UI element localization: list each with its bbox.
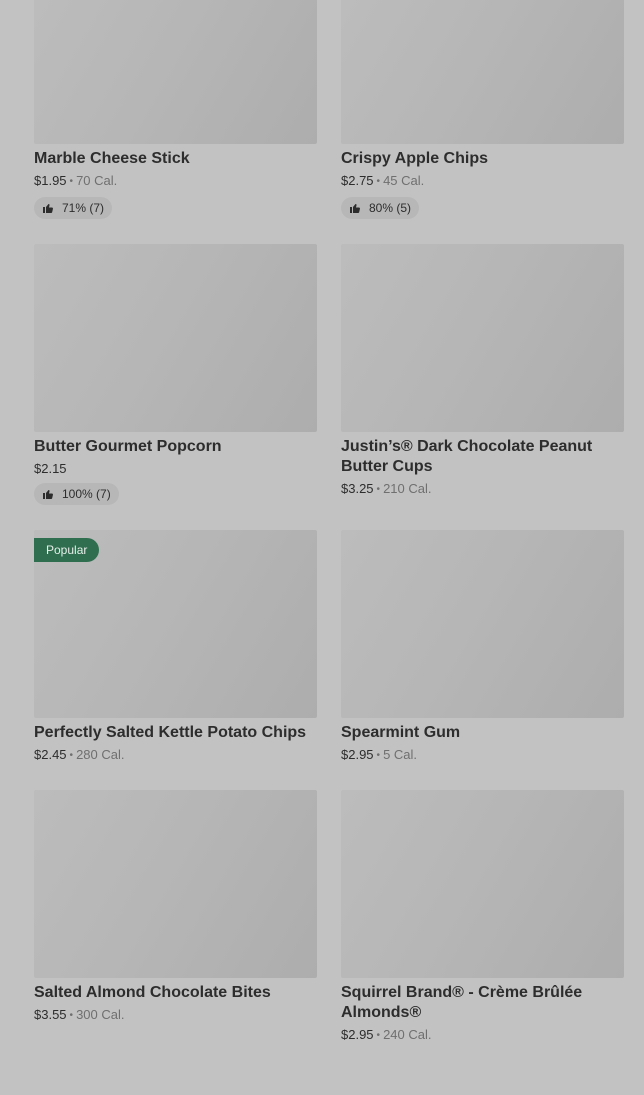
rating-pill: 100% (7) (34, 483, 119, 505)
item-calories: 240 Cal. (383, 1027, 432, 1042)
popular-badge: Popular (34, 538, 100, 562)
item-calories: 300 Cal. (76, 1007, 125, 1022)
item-price: $2.95 (341, 747, 374, 762)
item-name: Spearmint Gum (341, 724, 461, 741)
item-image[interactable] (34, 244, 317, 432)
rating-pill: 71% (7) (34, 197, 113, 219)
item-calories: 5 Cal. (383, 747, 418, 762)
menu-item-card[interactable]: Salted Almond Chocolate Bites $3.55 • 300 … (34, 790, 317, 1045)
item-meta: $3.25 • 210 Cal. (341, 480, 624, 499)
item-image[interactable]: Popular (34, 530, 317, 718)
thumbs-up-icon (350, 204, 360, 213)
meta-separator: • (69, 1010, 74, 1021)
item-name: Butter Gourmet Popcorn (34, 438, 222, 455)
rating-text: 71% (7) (62, 201, 105, 215)
item-meta: $2.75 • 45 Cal. (341, 172, 624, 191)
item-meta: $2.45 • 280 Cal. (34, 746, 317, 765)
item-calories: 45 Cal. (383, 173, 425, 188)
meta-separator: • (376, 484, 381, 495)
rating-text: 80% (5) (369, 201, 412, 215)
item-image[interactable] (341, 0, 624, 144)
item-price: $3.25 (341, 481, 374, 496)
item-price: $3.55 (34, 1007, 67, 1022)
item-name: Justin’s® Dark Chocolate Peanut Butter C… (341, 438, 593, 475)
item-calories: 70 Cal. (76, 173, 118, 188)
item-meta: $2.15 (34, 460, 317, 477)
menu-item-card[interactable]: Justin’s® Dark Chocolate Peanut Butter C… (341, 244, 624, 505)
meta-separator: • (376, 1030, 381, 1041)
item-image[interactable] (34, 790, 317, 978)
item-name: Crispy Apple Chips (341, 150, 488, 167)
item-meta: $1.95 • 70 Cal. (34, 172, 317, 191)
item-price: $2.45 (34, 747, 67, 762)
menu-item-card[interactable]: Spearmint Gum $2.95 • 5 Cal. (341, 530, 624, 765)
rating-text: 100% (7) (62, 487, 111, 501)
item-name: Perfectly Salted Kettle Potato Chips (34, 724, 307, 741)
item-meta: $2.95 • 5 Cal. (341, 746, 624, 765)
menu-item-card[interactable]: Squirrel Brand® - Crème Brûlée Almonds® … (341, 790, 624, 1045)
item-price: $2.15 (34, 461, 67, 476)
item-price: $2.75 (341, 173, 374, 188)
meta-separator: • (69, 176, 74, 187)
item-price: $2.95 (341, 1027, 374, 1042)
meta-separator: • (376, 750, 381, 761)
item-name: Marble Cheese Stick (34, 150, 190, 167)
item-image[interactable] (341, 530, 624, 718)
menu-item-card[interactable]: Butter Gourmet Popcorn $2.15 100% (7) (34, 244, 317, 505)
item-name: Squirrel Brand® - Crème Brûlée Almonds® (341, 984, 583, 1021)
item-image[interactable] (34, 0, 317, 144)
thumbs-up-icon (43, 490, 53, 499)
item-calories: 210 Cal. (383, 481, 432, 496)
item-calories: 280 Cal. (76, 747, 125, 762)
item-price: $1.95 (34, 173, 67, 188)
item-name: Salted Almond Chocolate Bites (34, 984, 271, 1001)
meta-separator: • (376, 176, 381, 187)
item-image[interactable] (341, 244, 624, 432)
meta-separator: • (69, 750, 74, 761)
item-meta: $3.55 • 300 Cal. (34, 1006, 317, 1025)
menu-item-grid: Marble Cheese Stick $1.95 • 70 Cal. 71% (7… (34, 0, 624, 1045)
menu-item-card[interactable]: Marble Cheese Stick $1.95 • 70 Cal. 71% (7… (34, 0, 317, 219)
item-meta: $2.95 • 240 Cal. (341, 1026, 624, 1045)
menu-item-card[interactable]: Crispy Apple Chips $2.75 • 45 Cal. 80% (5) (341, 0, 624, 219)
thumbs-up-icon (43, 204, 53, 213)
item-image[interactable] (341, 790, 624, 978)
rating-pill: 80% (5) (341, 197, 420, 219)
menu-item-card[interactable]: Popular Perfectly Salted Kettle Potato C… (34, 530, 317, 765)
